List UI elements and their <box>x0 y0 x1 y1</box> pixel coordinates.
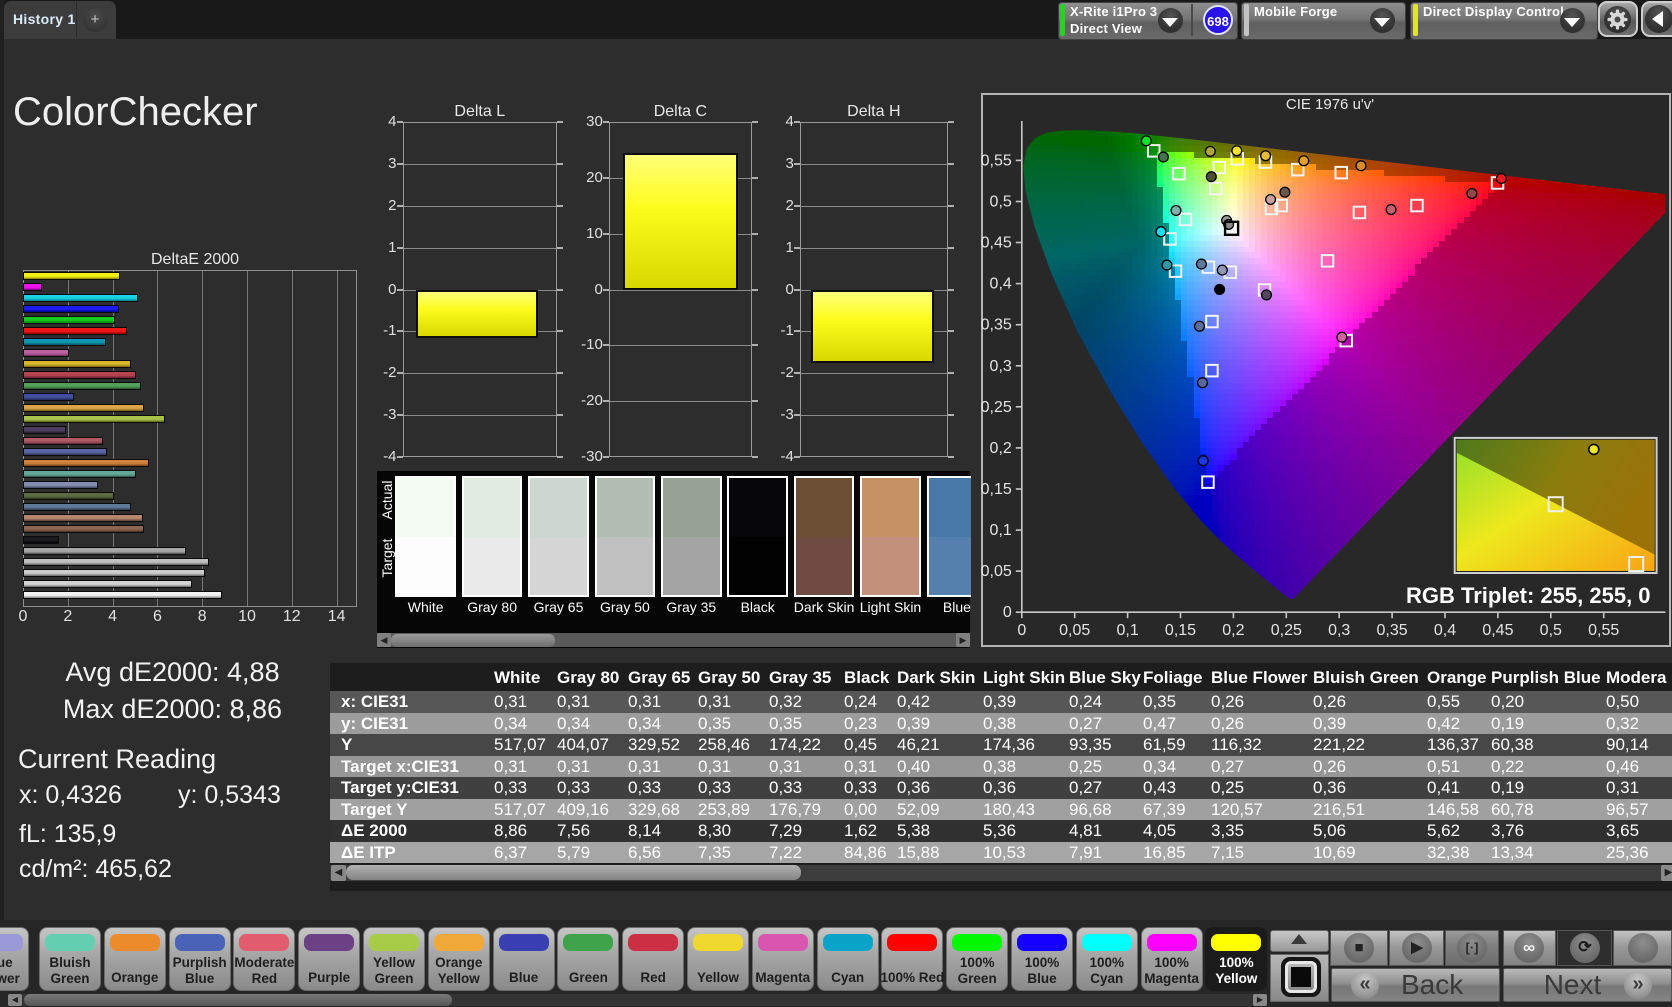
svg-text:0: 0 <box>1003 604 1012 621</box>
svg-text:0: 0 <box>1017 622 1026 639</box>
svg-text:0,5: 0,5 <box>990 194 1012 211</box>
svg-text:0,45: 0,45 <box>1482 622 1513 639</box>
svg-text:0,2: 0,2 <box>990 440 1012 457</box>
svg-text:0,15: 0,15 <box>1165 622 1196 639</box>
svg-text:0,2: 0,2 <box>1222 622 1244 639</box>
svg-text:0,35: 0,35 <box>981 317 1012 334</box>
svg-text:RGB Triplet: 255, 255, 0: RGB Triplet: 255, 255, 0 <box>1406 583 1651 608</box>
svg-text:0,15: 0,15 <box>981 481 1012 498</box>
svg-text:0,05: 0,05 <box>981 563 1012 580</box>
svg-text:0,35: 0,35 <box>1377 622 1408 639</box>
svg-text:0,25: 0,25 <box>981 399 1012 416</box>
svg-text:0,1: 0,1 <box>990 522 1012 539</box>
svg-text:0,25: 0,25 <box>1271 622 1302 639</box>
svg-text:0,55: 0,55 <box>1588 622 1619 639</box>
svg-text:0,3: 0,3 <box>990 358 1012 375</box>
svg-text:0,55: 0,55 <box>981 152 1012 169</box>
svg-text:0,45: 0,45 <box>981 235 1012 252</box>
svg-text:0,3: 0,3 <box>1328 622 1350 639</box>
svg-text:0,4: 0,4 <box>1434 622 1456 639</box>
svg-text:0,5: 0,5 <box>1540 622 1562 639</box>
svg-text:0,1: 0,1 <box>1116 622 1138 639</box>
svg-text:0,05: 0,05 <box>1059 622 1090 639</box>
svg-text:0,4: 0,4 <box>990 276 1012 293</box>
